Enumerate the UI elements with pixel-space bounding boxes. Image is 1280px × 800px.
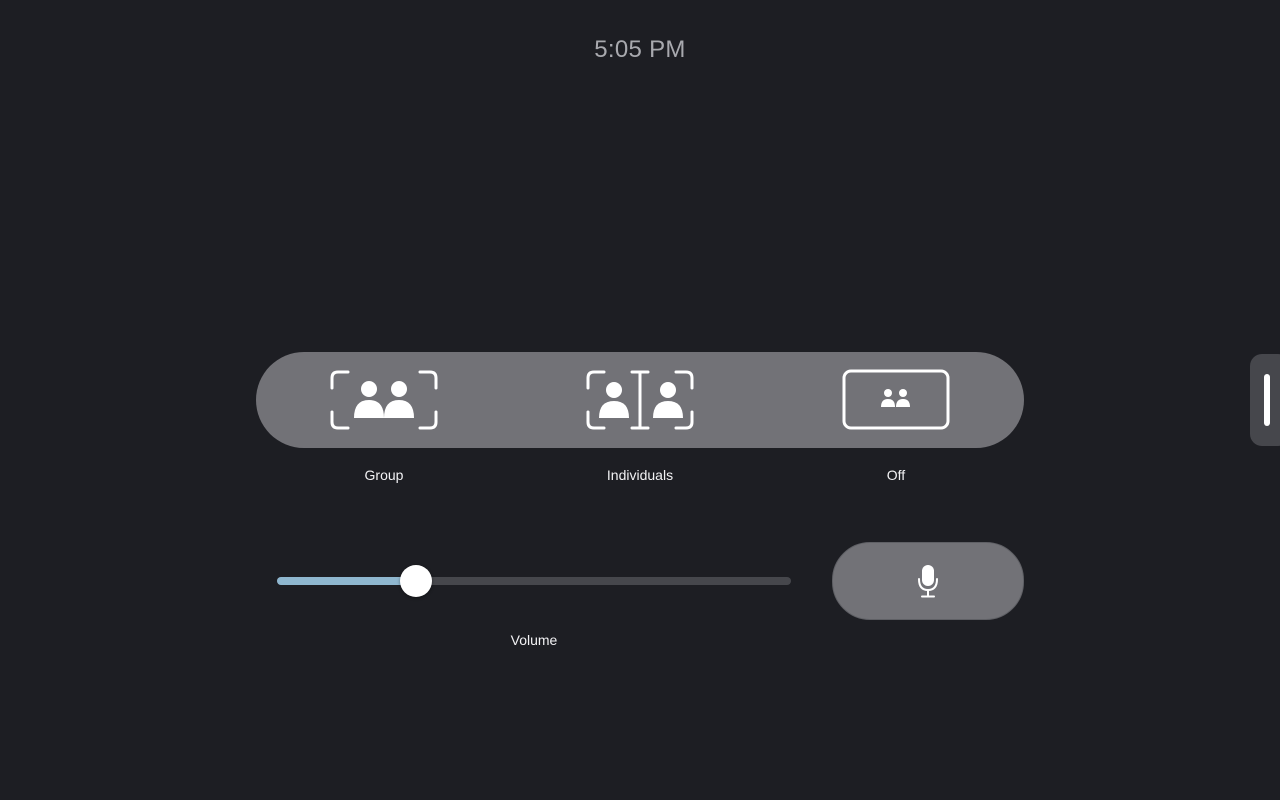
volume-slider[interactable] — [270, 560, 798, 602]
microphone-button[interactable] — [832, 542, 1024, 620]
side-panel-handle[interactable] — [1250, 354, 1280, 446]
meeting-controls-screen: 5:05 PM Group Individuals Off Volume — [0, 0, 1280, 800]
framing-mode-bar — [256, 352, 1024, 448]
drag-handle-icon — [1264, 374, 1270, 426]
volume-slider-track[interactable] — [277, 565, 791, 597]
individuals-framing-icon — [586, 370, 694, 430]
framing-off-icon — [842, 369, 950, 430]
group-framing-icon — [330, 370, 438, 430]
individuals-framing-button[interactable] — [512, 352, 768, 448]
individuals-mode-label: Individuals — [606, 467, 674, 483]
framing-off-button[interactable] — [768, 352, 1024, 448]
volume-label: Volume — [510, 632, 558, 648]
clock-time: 5:05 PM — [594, 36, 686, 63]
microphone-icon — [918, 565, 938, 598]
group-mode-label: Group — [364, 467, 404, 483]
volume-slider-thumb[interactable] — [399, 565, 432, 597]
volume-slider-fill — [277, 577, 416, 585]
group-framing-button[interactable] — [256, 352, 512, 448]
off-mode-label: Off — [886, 467, 906, 483]
